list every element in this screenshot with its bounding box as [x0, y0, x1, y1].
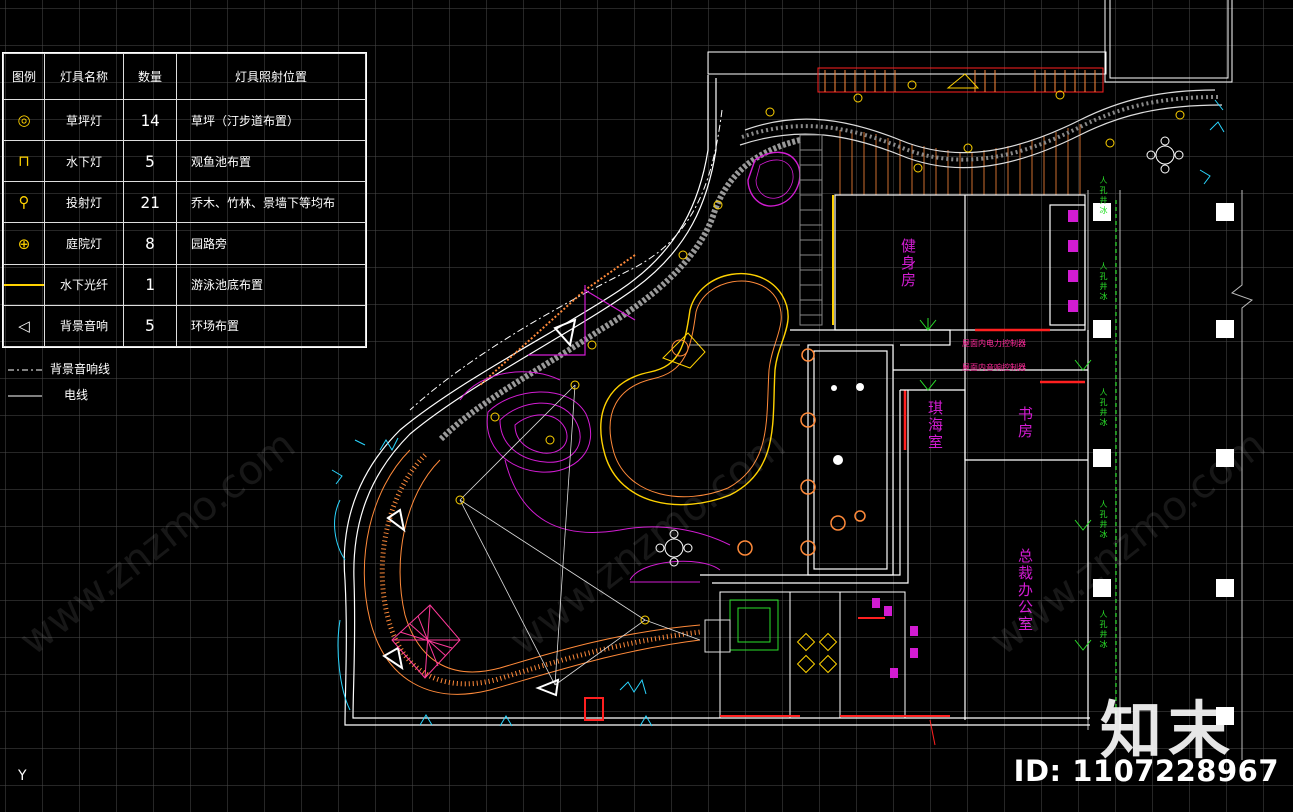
- legend-row-name: 投射灯: [44, 181, 124, 224]
- legend-row: ⚲ 投射灯 21 乔木、竹林、景墙下等均布: [3, 181, 366, 224]
- underwater-light-icon: ⊓: [18, 152, 30, 171]
- room-label-gym: 健身房: [899, 238, 917, 289]
- legend-row: ⊕ 庭院灯 8 园路旁: [3, 222, 366, 265]
- room-label-study: 书房: [1016, 406, 1034, 440]
- room-label-tea-room: 琪海室: [926, 400, 944, 451]
- landscape-contours: [459, 371, 731, 583]
- inner-courtyard-walls: [700, 329, 1089, 720]
- line-legend-wire: 电线: [8, 386, 88, 403]
- side-label-5: 人孔井冰: [1099, 176, 1108, 216]
- magenta-connector-2: [584, 289, 636, 321]
- legend-row-position: 游泳池底布置: [176, 263, 366, 306]
- legend-row-qty: 5: [123, 304, 177, 348]
- side-label-1: 人孔井冰: [1099, 262, 1108, 302]
- legend-row-qty: 21: [123, 181, 177, 224]
- fiber-optic-line-icon: [4, 284, 44, 287]
- site-boundary: [343, 75, 1090, 726]
- legend-row-name: 水下灯: [44, 140, 124, 183]
- wood-deck: [839, 124, 1081, 195]
- spotlight-icon: ⚲: [18, 193, 30, 212]
- legend-row-qty: 14: [123, 98, 177, 142]
- legend-header-position: 灯具照射位置: [176, 53, 366, 100]
- legend-row-position: 环场布置: [176, 304, 366, 348]
- gym-building: [834, 194, 1086, 331]
- gym-stair: [799, 134, 823, 326]
- power-panel-label: 屋面内电力控制器: [962, 339, 1026, 348]
- legend-row: ◎ 草坪灯 14 草坪（汀步道布置）: [3, 98, 366, 142]
- audio-line: [409, 109, 723, 411]
- legend-row-qty: 8: [123, 222, 177, 265]
- watermark-id: ID: 1107228967: [1013, 754, 1279, 788]
- y-axis-label: Y: [18, 768, 27, 784]
- legend-row-position: 乔木、竹林、景墙下等均布: [176, 181, 366, 224]
- legend-header-name: 灯具名称: [44, 53, 124, 100]
- orange-dotted-line: [479, 254, 636, 386]
- legend-row-name: 背景音响: [44, 304, 124, 348]
- line-legend-audio: 背景音响线: [8, 360, 110, 377]
- fish-pond-top-inner: [755, 159, 794, 199]
- legend-row-position: 草坪（汀步道布置）: [176, 98, 366, 142]
- legend-row: ⊓ 水下灯 5 观鱼池布置: [3, 140, 366, 183]
- audio-panel-label: 屋面内音响控制器: [962, 363, 1026, 372]
- courtyard-light-icon: ⊕: [17, 234, 31, 253]
- legend-row-position: 园路旁: [176, 222, 366, 265]
- top-terrace: [707, 51, 1107, 93]
- legend-table: 图例 灯具名称 数量 灯具照射位置 ◎ 草坪灯 14 草坪（汀步道布置） ⊓ 水…: [3, 53, 366, 348]
- legend-header-symbol: 图例: [3, 53, 45, 100]
- lower-rooms: [704, 591, 906, 719]
- side-label-4: 人孔井冰: [1099, 610, 1108, 650]
- line-legend-audio-label: 背景音响线: [50, 362, 111, 376]
- lawn-light-icon: ◎: [17, 111, 31, 130]
- solid-line-icon: [8, 395, 42, 396]
- lower-room-furniture: [796, 632, 838, 674]
- line-legend-wire-label: 电线: [64, 388, 89, 402]
- legend-row-qty: 1: [123, 263, 177, 306]
- legend-row-qty: 5: [123, 140, 177, 183]
- red-detail: [929, 719, 936, 746]
- pool-gazebo-center: [671, 339, 689, 357]
- legend-row-name: 水下光纤: [44, 263, 124, 306]
- courtyard-white-lamps: [831, 383, 864, 465]
- dash-dot-line-icon: [8, 369, 42, 370]
- speaker-icon: ◁: [18, 316, 30, 335]
- side-label-2: 人孔井冰: [1099, 388, 1108, 428]
- lighting-legend: 图例 灯具名称 数量 灯具照射位置 ◎ 草坪灯 14 草坪（汀步道布置） ⊓ 水…: [2, 52, 367, 348]
- legend-header-qty: 数量: [123, 53, 177, 100]
- legend-row: 水下光纤 1 游泳池底布置: [3, 263, 366, 306]
- building-outline-top-right: [1104, 0, 1233, 83]
- legend-row-position: 观鱼池布置: [176, 140, 366, 183]
- legend-row-name: 庭院灯: [44, 222, 124, 265]
- legend-row: ◁ 背景音响 5 环场布置: [3, 304, 366, 348]
- legend-header-row: 图例 灯具名称 数量 灯具照射位置: [3, 53, 366, 100]
- winding-garden-path: [739, 89, 1223, 169]
- legend-row-name: 草坪灯: [44, 98, 124, 142]
